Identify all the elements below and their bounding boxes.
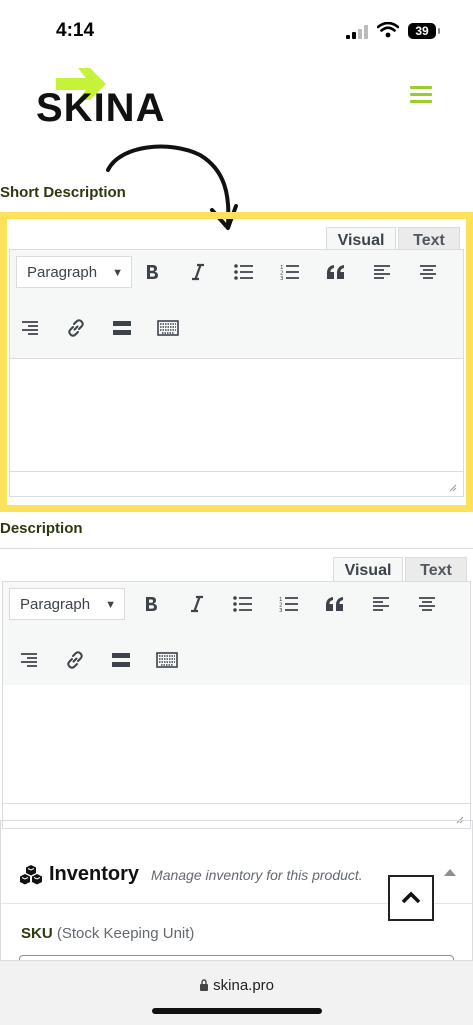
align-right-icon[interactable] [15,646,43,674]
site-logo[interactable]: SKINA [36,66,176,130]
logo-text: SKINA [36,86,166,130]
bullet-list-icon[interactable] [229,590,257,618]
status-bar: 4:14 39 [0,0,473,62]
align-right-icon[interactable] [16,314,44,342]
format-select[interactable]: Paragraph ▼ [9,588,125,620]
chevron-up-icon [401,891,421,904]
link-icon[interactable] [61,646,89,674]
align-center-icon[interactable] [414,258,442,286]
italic-icon[interactable] [183,590,211,618]
scroll-to-top-button[interactable] [388,875,434,921]
read-more-icon[interactable] [107,646,135,674]
format-select[interactable]: Paragraph ▼ [16,256,132,288]
align-center-icon[interactable] [413,590,441,618]
sku-label: SKU (Stock Keeping Unit) [21,925,195,942]
bold-icon[interactable] [137,590,165,618]
editor-toolbar: Paragraph ▼ 123 [9,249,464,360]
read-more-icon[interactable] [108,314,136,342]
description-textarea[interactable] [2,685,471,803]
tab-visual[interactable]: Visual [333,557,403,584]
numbered-list-icon[interactable]: 123 [275,590,303,618]
browser-address-bar[interactable]: skina.pro [0,960,473,1025]
link-icon[interactable] [62,314,90,342]
url-text: skina.pro [213,977,275,994]
short-description-editor: Visual Text Paragraph ▼ 123 [0,212,473,512]
signal-icon [346,25,368,39]
align-left-icon[interactable] [368,258,396,286]
italic-icon[interactable] [184,258,212,286]
cubes-icon [20,864,42,884]
editor-statusbar [9,471,464,497]
clock: 4:14 [56,20,95,41]
wifi-icon [377,22,399,38]
blockquote-icon[interactable] [321,590,349,618]
tab-text[interactable]: Text [405,557,467,584]
bold-icon[interactable] [138,258,166,286]
collapse-toggle-icon[interactable] [444,869,456,876]
svg-text:3: 3 [280,276,284,280]
editor-toolbar: Paragraph ▼ 123 [2,581,471,694]
blockquote-icon[interactable] [322,258,350,286]
resize-grip-icon[interactable] [449,484,457,492]
battery-icon: 39 [408,23,440,39]
home-indicator [152,1008,322,1014]
short-description-textarea[interactable] [9,359,464,471]
numbered-list-icon[interactable]: 123 [276,258,304,286]
description-label: Description [0,520,83,537]
bullet-list-icon[interactable] [230,258,258,286]
menu-button[interactable] [410,86,432,104]
align-left-icon[interactable] [367,590,395,618]
description-editor: Visual Text Paragraph ▼ 123 [0,548,473,830]
inventory-title: Inventory [49,863,140,885]
toolbar-toggle-icon[interactable] [153,646,181,674]
lock-icon [199,979,208,991]
inventory-description: Manage inventory for this product. [151,866,363,883]
svg-text:3: 3 [279,608,283,612]
toolbar-toggle-icon[interactable] [154,314,182,342]
